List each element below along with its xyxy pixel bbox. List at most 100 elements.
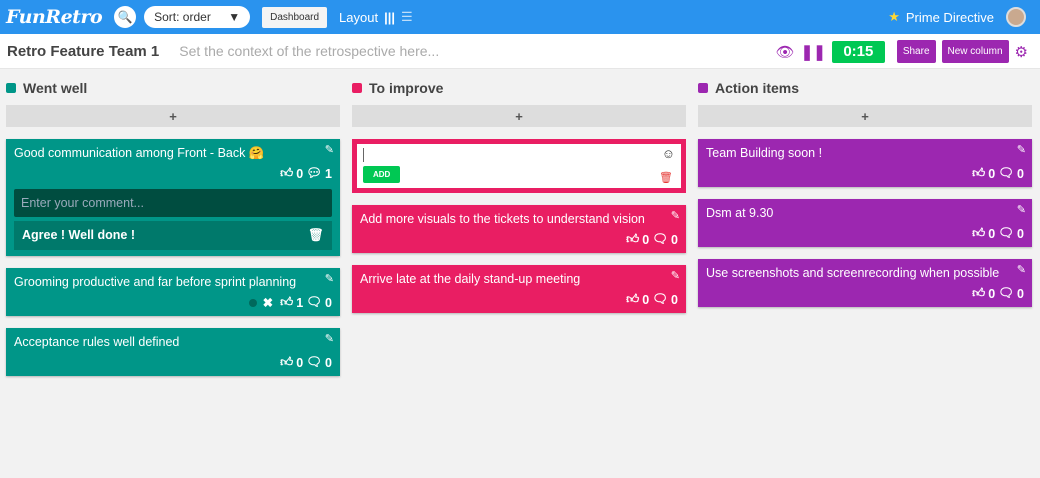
comment-icon[interactable]: 🗨︎ bbox=[998, 166, 1014, 181]
column-color-icon bbox=[698, 83, 708, 93]
chevron-down-icon: ▼ bbox=[228, 10, 241, 24]
add-card-button[interactable]: + bbox=[352, 105, 686, 127]
sort-label: Sort: order bbox=[154, 10, 211, 24]
add-card-button[interactable]: + bbox=[698, 105, 1032, 127]
prime-directive-link[interactable]: Prime Directive bbox=[906, 10, 994, 25]
pencil-icon[interactable]: ✎ bbox=[325, 332, 334, 345]
card[interactable]: Good communication among Front - Back 🤗 … bbox=[6, 139, 340, 256]
like-count: 0 bbox=[642, 292, 650, 307]
column-went-well: Went well + Good communication among Fro… bbox=[6, 79, 340, 388]
new-card-editor[interactable]: ADD ☺ 🗑︎ bbox=[352, 139, 686, 193]
card[interactable]: Dsm at 9.30 ✎ 👍︎ 0 🗨︎ 0 bbox=[698, 199, 1032, 247]
like-count: 0 bbox=[642, 232, 650, 247]
status-dot-icon bbox=[248, 298, 257, 307]
board-header: Retro Feature Team 1 Set the context of … bbox=[0, 34, 1040, 69]
pencil-icon[interactable]: ✎ bbox=[325, 143, 334, 156]
card-text: Arrive late at the daily stand-up meetin… bbox=[360, 272, 581, 286]
comment-icon[interactable]: 🗨︎ bbox=[652, 292, 668, 307]
card-text: Team Building soon ! bbox=[706, 146, 823, 160]
thumbs-up-icon[interactable]: 👍︎ bbox=[280, 295, 293, 310]
close-icon[interactable]: ✖ bbox=[263, 295, 273, 310]
thumbs-up-icon[interactable]: 👍︎ bbox=[626, 292, 639, 307]
pencil-icon[interactable]: ✎ bbox=[1017, 263, 1026, 276]
pencil-icon[interactable]: ✎ bbox=[671, 209, 680, 222]
layout-label: Layout bbox=[339, 9, 379, 25]
comment-input[interactable]: Enter your comment... bbox=[14, 189, 332, 217]
pause-icon[interactable]: ❚❚ bbox=[801, 43, 826, 61]
comment-count: 1 bbox=[325, 166, 332, 181]
pencil-icon[interactable]: ✎ bbox=[1017, 203, 1026, 216]
sort-select[interactable]: Sort: order ▼ bbox=[144, 6, 251, 28]
like-count: 0 bbox=[988, 286, 996, 301]
like-count: 0 bbox=[296, 166, 304, 181]
thumbs-up-icon[interactable]: 👍︎ bbox=[626, 232, 639, 247]
like-count: 0 bbox=[988, 226, 996, 241]
thumbs-up-icon[interactable]: 👍︎ bbox=[280, 166, 293, 181]
avatar[interactable] bbox=[1006, 7, 1026, 27]
card-text: Use screenshots and screenrecording when… bbox=[706, 266, 1000, 280]
column-to-improve: To improve + ADD ☺ 🗑︎ Add more visuals t… bbox=[352, 79, 686, 388]
comment-icon[interactable]: 🗨︎ bbox=[652, 232, 668, 247]
top-bar: FunRetro 🔍 Sort: order ▼ Dashboard Layout… bbox=[0, 0, 1040, 34]
comment-icon[interactable]: 🗨︎ bbox=[306, 355, 322, 370]
rows-layout-icon[interactable]: ☰ bbox=[401, 9, 413, 25]
like-count: 1 bbox=[296, 295, 304, 310]
comment-text: Agree ! Well done ! bbox=[22, 228, 135, 242]
column-color-icon bbox=[352, 83, 362, 93]
thumbs-up-icon[interactable]: 👍︎ bbox=[972, 166, 985, 181]
comment-icon[interactable]: 🗨︎ bbox=[998, 226, 1014, 241]
gear-icon[interactable]: ⚙ bbox=[1015, 43, 1028, 61]
board-title[interactable]: Retro Feature Team 1 bbox=[7, 43, 159, 60]
column-title[interactable]: Went well bbox=[23, 80, 87, 96]
comment-count: 0 bbox=[325, 295, 332, 310]
comment-icon[interactable]: 🗨︎ bbox=[306, 295, 322, 310]
trash-icon[interactable]: 🗑︎ bbox=[659, 171, 673, 184]
star-icon: ★ bbox=[888, 9, 900, 24]
column-action-items: Action items + Team Building soon ! ✎ 👍︎… bbox=[698, 79, 1032, 388]
add-button[interactable]: ADD bbox=[363, 166, 401, 183]
card-text: Grooming productive and far before sprin… bbox=[14, 275, 297, 289]
comment-count: 0 bbox=[671, 292, 678, 307]
new-column-button[interactable]: New column bbox=[941, 40, 1009, 63]
thumbs-up-icon[interactable]: 👍︎ bbox=[280, 355, 293, 370]
comment-count: 0 bbox=[1017, 286, 1024, 301]
comment-count: 0 bbox=[325, 355, 332, 370]
pencil-icon[interactable]: ✎ bbox=[325, 272, 334, 285]
thumbs-up-icon[interactable]: 👍︎ bbox=[972, 226, 985, 241]
card[interactable]: Grooming productive and far before sprin… bbox=[6, 268, 340, 316]
share-button[interactable]: Share bbox=[896, 40, 936, 63]
comment-icon[interactable]: 💬︎ bbox=[306, 166, 322, 181]
column-color-icon bbox=[6, 83, 16, 93]
column-title[interactable]: Action items bbox=[715, 80, 799, 96]
card-text: Dsm at 9.30 bbox=[706, 206, 774, 220]
comment-count: 0 bbox=[1017, 226, 1024, 241]
card[interactable]: Arrive late at the daily stand-up meetin… bbox=[352, 265, 686, 313]
card[interactable]: Add more visuals to the tickets to under… bbox=[352, 205, 686, 253]
eye-icon[interactable]: 👁 bbox=[776, 43, 795, 61]
card-text: Good communication among Front - Back 🤗 bbox=[14, 146, 265, 160]
card-text: Add more visuals to the tickets to under… bbox=[360, 212, 645, 226]
layout-toggle[interactable]: Layout ||| ☰ bbox=[339, 9, 413, 25]
text-cursor bbox=[363, 148, 364, 162]
like-count: 0 bbox=[988, 166, 996, 181]
context-input[interactable]: Set the context of the retrospective her… bbox=[179, 43, 439, 59]
search-icon[interactable]: 🔍 bbox=[114, 6, 137, 28]
thumbs-up-icon[interactable]: 👍︎ bbox=[972, 286, 985, 301]
comment-count: 0 bbox=[671, 232, 678, 247]
trash-icon[interactable]: 🗑︎ bbox=[308, 228, 324, 243]
timer[interactable]: 0:15 bbox=[831, 40, 885, 63]
emoji-icon[interactable]: ☺ bbox=[662, 146, 675, 161]
card[interactable]: Use screenshots and screenrecording when… bbox=[698, 259, 1032, 307]
column-title[interactable]: To improve bbox=[369, 80, 443, 96]
card[interactable]: Acceptance rules well defined ✎ 👍︎ 0 🗨︎ 0 bbox=[6, 328, 340, 376]
like-count: 0 bbox=[296, 355, 304, 370]
add-card-button[interactable]: + bbox=[6, 105, 340, 127]
comment-icon[interactable]: 🗨︎ bbox=[998, 286, 1014, 301]
pencil-icon[interactable]: ✎ bbox=[1017, 143, 1026, 156]
columns-layout-icon[interactable]: ||| bbox=[384, 10, 395, 25]
card[interactable]: Team Building soon ! ✎ 👍︎ 0 🗨︎ 0 bbox=[698, 139, 1032, 187]
pencil-icon[interactable]: ✎ bbox=[671, 269, 680, 282]
logo[interactable]: FunRetro bbox=[6, 6, 103, 28]
dashboard-button[interactable]: Dashboard bbox=[262, 6, 328, 28]
comment: Agree ! Well done ! 🗑︎ bbox=[14, 221, 332, 250]
